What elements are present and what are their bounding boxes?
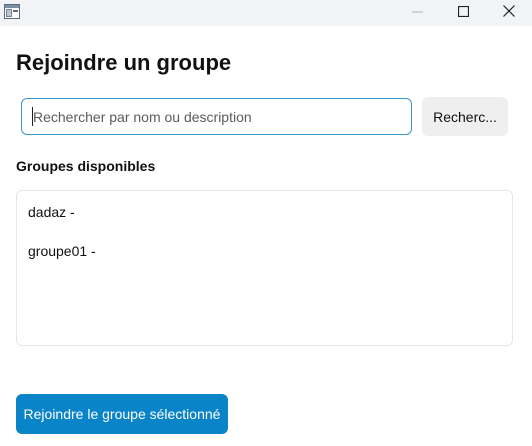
close-icon <box>503 4 515 22</box>
app-window-icon <box>4 4 20 19</box>
page-title: Rejoindre un groupe <box>16 50 232 75</box>
maximize-button[interactable] <box>440 0 486 26</box>
groups-list[interactable]: dadaz - groupe01 - <box>16 190 513 346</box>
minimize-icon <box>411 4 423 22</box>
list-item[interactable]: groupe01 - <box>17 240 512 279</box>
search-input[interactable] <box>21 98 412 135</box>
title-bar <box>0 0 532 26</box>
close-button[interactable] <box>486 0 532 26</box>
minimize-button[interactable] <box>394 0 440 26</box>
search-button[interactable]: Recherc... <box>422 97 508 136</box>
maximize-icon <box>457 4 469 22</box>
join-group-window: Rejoindre un groupe Recherc... Groupes d… <box>0 0 532 446</box>
list-item[interactable]: dadaz - <box>17 201 512 240</box>
text-caret <box>32 107 33 126</box>
available-groups-label: Groupes disponibles <box>16 158 156 174</box>
join-selected-group-button[interactable]: Rejoindre le groupe sélectionné <box>16 394 228 434</box>
